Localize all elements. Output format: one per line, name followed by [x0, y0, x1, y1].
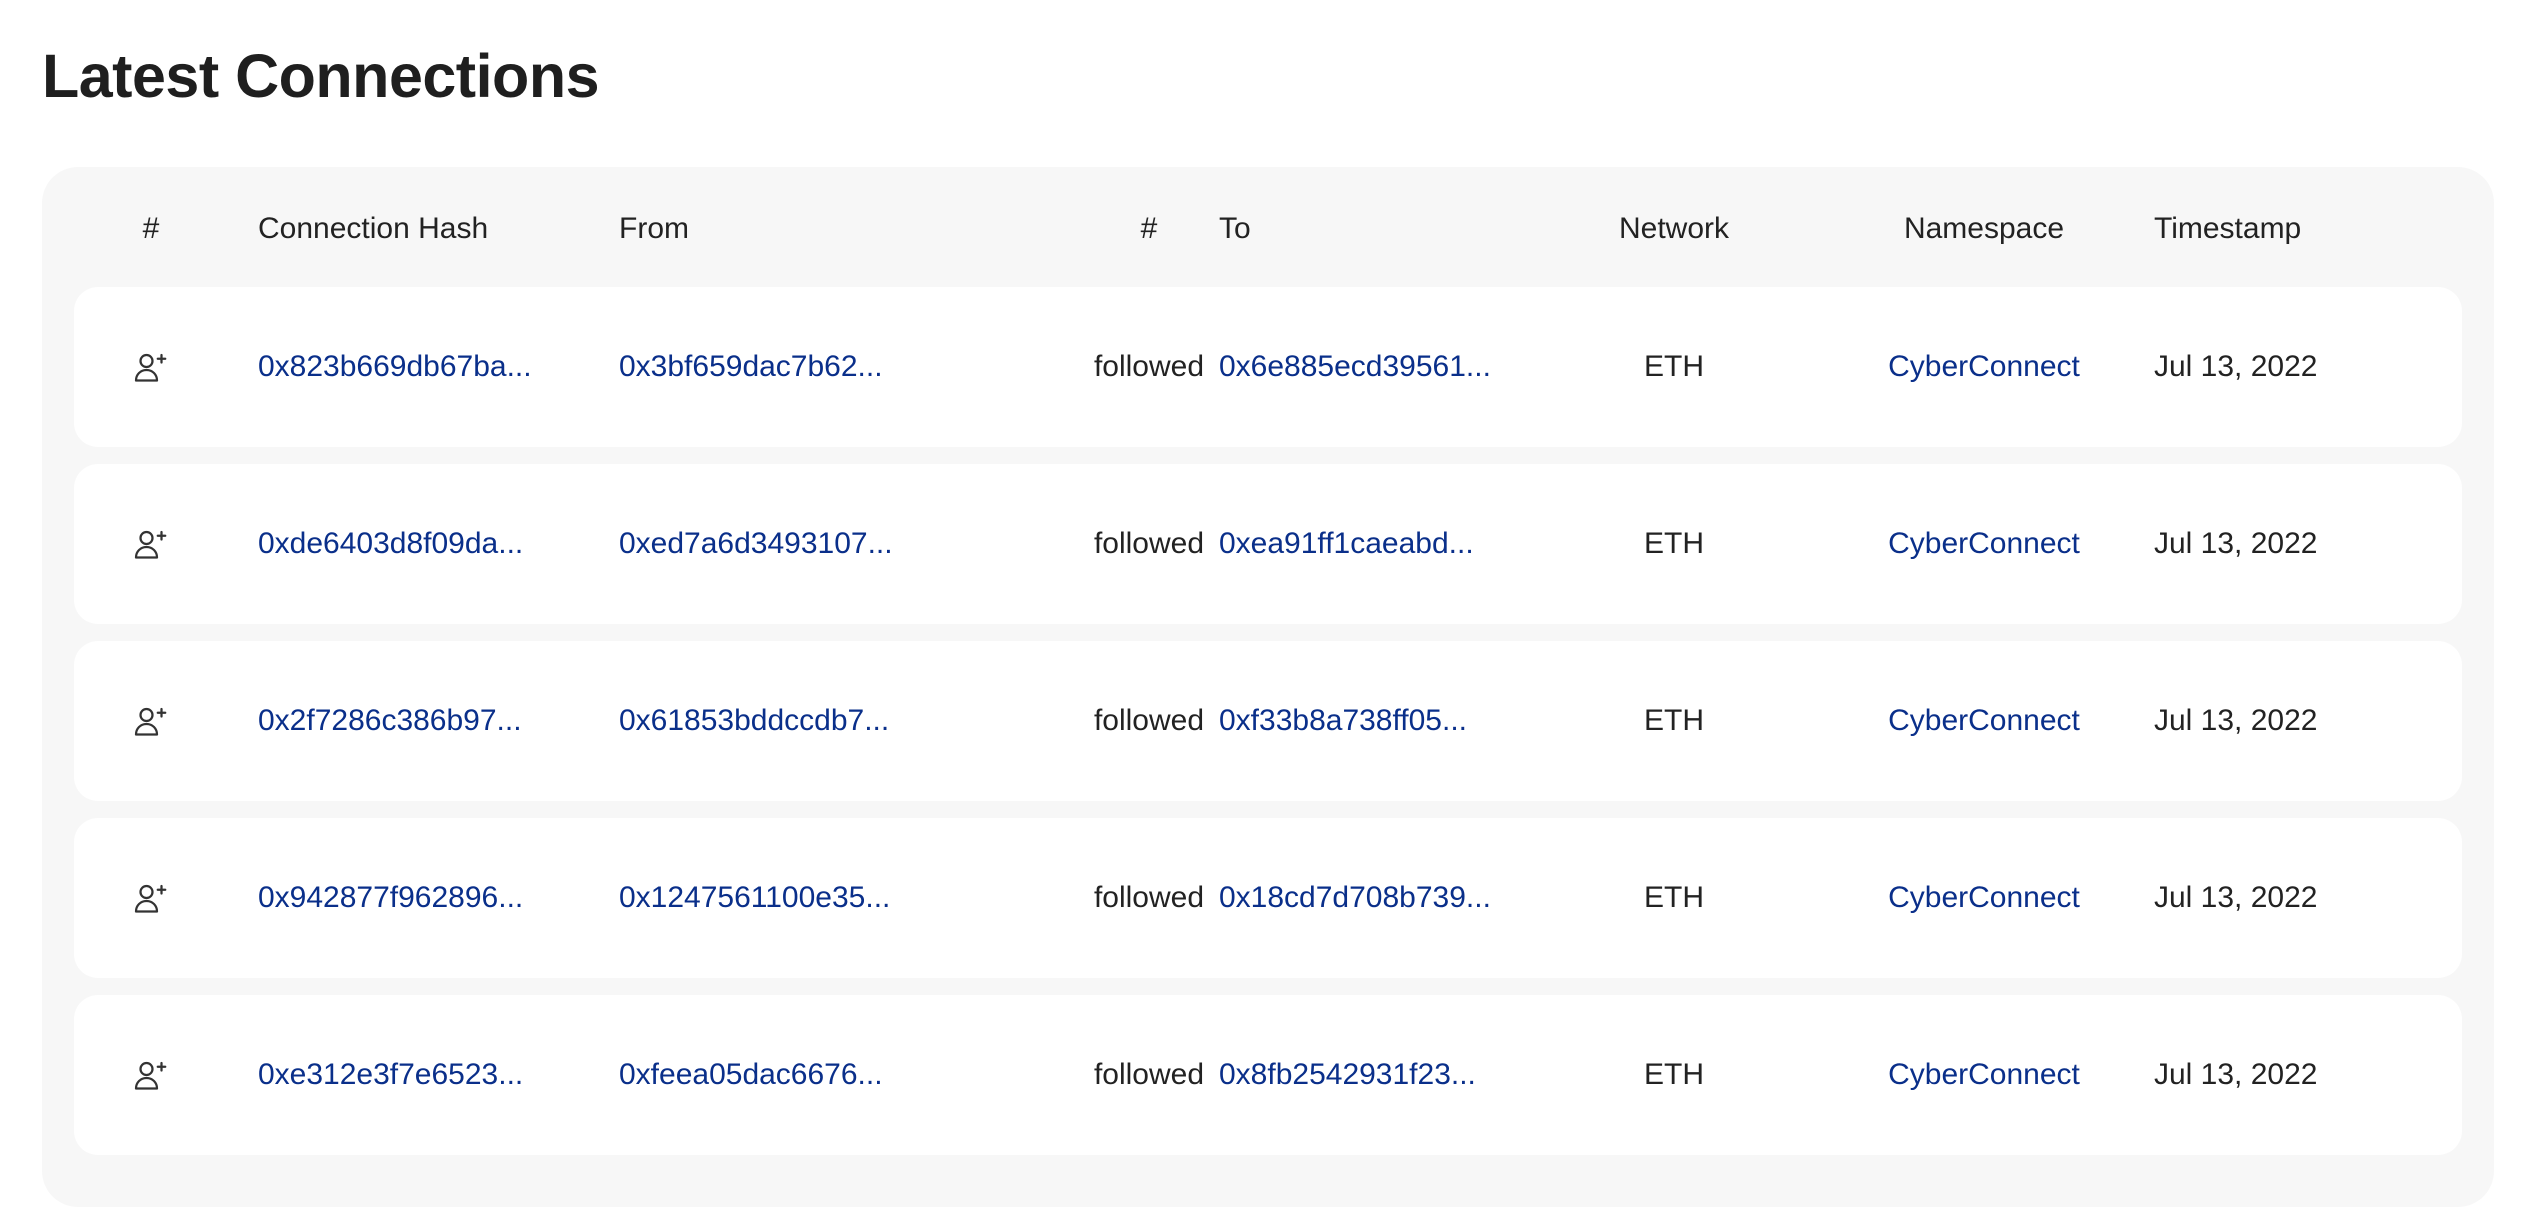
namespace-link[interactable]: CyberConnect	[1844, 995, 2124, 1155]
network-label: ETH	[1644, 350, 1704, 383]
user-plus-icon	[134, 1061, 167, 1090]
connection-hash-link[interactable]: 0x823b669db67ba...	[258, 287, 532, 447]
timestamp-label: Jul 13, 2022	[2154, 350, 2318, 383]
table-row[interactable]: 0x2f7286c386b97... 0x61853bddccdb7... foll…	[74, 641, 2462, 801]
user-plus-icon	[134, 884, 167, 913]
connection-hash-link[interactable]: 0xe312e3f7e6523...	[258, 995, 523, 1155]
from-address-link[interactable]: 0xed7a6d3493107...	[619, 464, 893, 624]
to-address-link[interactable]: 0xea91ff1caeabd...	[1219, 464, 1474, 624]
header-namespace: Namespace	[1903, 212, 2065, 245]
table-header-row: # Connection Hash From # To Network Name…	[74, 189, 2462, 269]
namespace-link[interactable]: CyberConnect	[1844, 818, 2124, 978]
namespace-link[interactable]: CyberConnect	[1844, 641, 2124, 801]
connection-hash-link[interactable]: 0x2f7286c386b97...	[258, 641, 522, 801]
network-label: ETH	[1644, 881, 1704, 914]
network-label: ETH	[1644, 704, 1704, 737]
user-plus-icon	[74, 464, 228, 624]
header-icon-column: #	[142, 212, 160, 245]
from-address-link[interactable]: 0x1247561100e35...	[619, 818, 890, 978]
header-from: From	[619, 212, 689, 245]
header-connection-hash: Connection Hash	[258, 212, 489, 245]
timestamp-label: Jul 13, 2022	[2154, 527, 2318, 560]
from-address-link[interactable]: 0x61853bddccdb7...	[619, 641, 889, 801]
to-address-link[interactable]: 0x18cd7d708b739...	[1219, 818, 1491, 978]
from-address-link[interactable]: 0xfeea05dac6676...	[619, 995, 883, 1155]
to-address-link[interactable]: 0x8fb2542931f23...	[1219, 995, 1476, 1155]
header-network: Network	[1618, 212, 1730, 245]
timestamp-label: Jul 13, 2022	[2154, 881, 2318, 914]
user-plus-icon	[134, 707, 167, 736]
from-address-link[interactable]: 0x3bf659dac7b62...	[619, 287, 883, 447]
user-plus-icon	[74, 287, 228, 447]
to-address-link[interactable]: 0x6e885ecd39561...	[1219, 287, 1491, 447]
table-row[interactable]: 0xe312e3f7e6523... 0xfeea05dac6676... foll…	[74, 995, 2462, 1155]
header-to: To	[1219, 212, 1251, 245]
user-plus-icon	[74, 641, 228, 801]
connection-hash-link[interactable]: 0xde6403d8f09da...	[258, 464, 523, 624]
user-plus-icon	[134, 353, 167, 382]
table-row[interactable]: 0x823b669db67ba... 0x3bf659dac7b62... foll…	[74, 287, 2462, 447]
connection-hash-link[interactable]: 0x942877f962896...	[258, 818, 523, 978]
table-row[interactable]: 0x942877f962896... 0x1247561100e35... foll…	[74, 818, 2462, 978]
page-title: Latest Connections	[42, 42, 600, 110]
namespace-link[interactable]: CyberConnect	[1844, 464, 2124, 624]
table-row[interactable]: 0xde6403d8f09da... 0xed7a6d3493107... foll…	[74, 464, 2462, 624]
namespace-link[interactable]: CyberConnect	[1844, 287, 2124, 447]
network-label: ETH	[1644, 1058, 1704, 1091]
connections-table: # Connection Hash From # To Network Name…	[42, 167, 2494, 1207]
user-plus-icon	[74, 818, 228, 978]
user-plus-icon	[74, 995, 228, 1155]
to-address-link[interactable]: 0xf33b8a738ff05...	[1219, 641, 1467, 801]
timestamp-label: Jul 13, 2022	[2154, 704, 2318, 737]
header-timestamp: Timestamp	[2154, 212, 2302, 245]
user-plus-icon	[134, 530, 167, 559]
network-label: ETH	[1644, 527, 1704, 560]
timestamp-label: Jul 13, 2022	[2154, 1058, 2318, 1091]
